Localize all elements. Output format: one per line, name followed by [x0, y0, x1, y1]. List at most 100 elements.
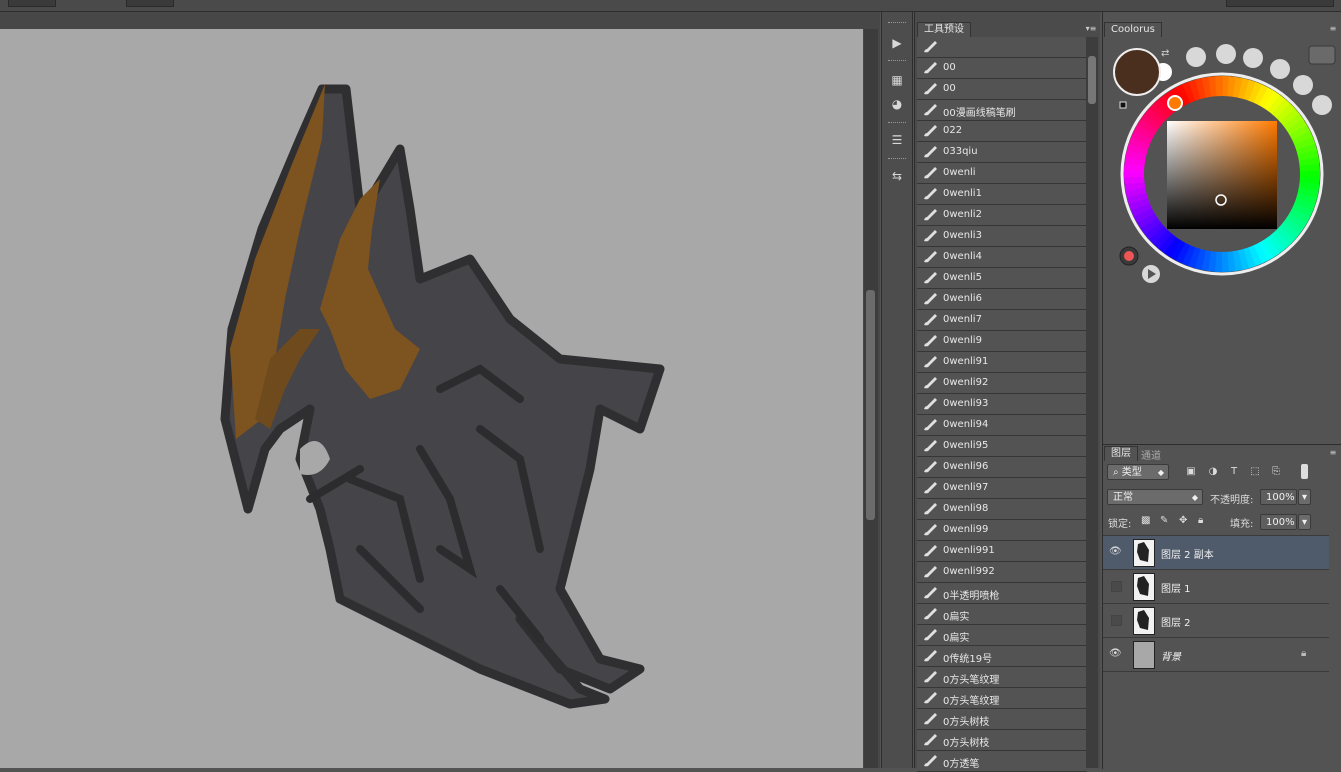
strip-grip[interactable]: [888, 22, 906, 25]
eye-icon[interactable]: 👁︎: [1109, 547, 1122, 557]
lock-all-icon[interactable]: 🔒︎: [1198, 515, 1203, 526]
palette-icon[interactable]: ◕: [888, 96, 906, 112]
preset-item[interactable]: 0方头笔纹理: [917, 688, 1087, 709]
brush-icon: [922, 733, 938, 747]
tab-layers[interactable]: 图层: [1104, 446, 1138, 461]
brush-icon: [922, 208, 938, 222]
preset-item[interactable]: 0wenli94: [917, 415, 1087, 436]
preset-label: 0扁实: [943, 612, 970, 623]
layers-panel: 图层 通道 ≡ ⌕ 类型 ◆ ▣ ◑ T ⬚ ⎘ 正常 ◆ 不透明度: 100% ▾…: [1102, 444, 1341, 769]
lock-transparency-icon[interactable]: ▩: [1141, 515, 1150, 526]
preset-item[interactable]: 0方头树枝: [917, 730, 1087, 751]
preset-item[interactable]: 033qiu: [917, 142, 1087, 163]
preset-item[interactable]: 0wenli93: [917, 394, 1087, 415]
panel-menu-icon[interactable]: ≡: [1327, 448, 1339, 458]
opacity-field[interactable]: [126, 0, 174, 7]
preset-item[interactable]: 0方透笔: [917, 751, 1087, 772]
preset-item[interactable]: 0方头树枝: [917, 709, 1087, 730]
preset-item[interactable]: 0wenli991: [917, 541, 1087, 562]
color-wheel-widget[interactable]: ⇄: [1103, 12, 1341, 444]
preset-item[interactable]: 0wenli2: [917, 205, 1087, 226]
preset-item[interactable]: 0扁实: [917, 625, 1087, 646]
brush-size-field[interactable]: [8, 0, 56, 7]
brush-icon: [922, 670, 938, 684]
preset-item[interactable]: [917, 37, 1087, 58]
fill-label: 填充:: [1230, 519, 1254, 530]
image-filter-icon[interactable]: ▣: [1185, 466, 1197, 478]
preset-item[interactable]: 0wenli5: [917, 268, 1087, 289]
sliders-icon[interactable]: ☰: [888, 132, 906, 148]
shape-filter-icon[interactable]: ⬚: [1249, 466, 1261, 478]
preset-item[interactable]: 0wenli91: [917, 352, 1087, 373]
preset-item[interactable]: 0wenli4: [917, 247, 1087, 268]
layer-thumbnail: [1133, 607, 1155, 635]
panel-menu-icon[interactable]: ▾≡: [1085, 24, 1097, 34]
preset-item[interactable]: 0wenli7: [917, 310, 1087, 331]
preset-label: 0wenli93: [943, 398, 989, 409]
blend-mode-dropdown[interactable]: 正常 ◆: [1107, 489, 1203, 505]
brush-icon: [922, 103, 938, 117]
tool-presets-panel: 工具预设 ▾≡ 00 00 00漫画线稿笔刷 022 033qiu 0wenli 0wenl…: [914, 12, 1100, 772]
strip-grip[interactable]: [888, 158, 906, 161]
layer-row[interactable]: 👁︎ 图层 2 副本: [1103, 536, 1329, 570]
preset-label: 0wenli6: [943, 293, 982, 304]
layer-name: 图层 2 副本: [1161, 550, 1214, 561]
preset-item[interactable]: 0wenli99: [917, 520, 1087, 541]
smart-object-filter-icon[interactable]: ⎘: [1270, 466, 1282, 478]
fill-dropdown-button[interactable]: ▾: [1298, 514, 1311, 530]
tab-channels[interactable]: 通道: [1141, 447, 1161, 462]
preset-item[interactable]: 0半透明喷枪: [917, 583, 1087, 604]
strip-grip[interactable]: [888, 122, 906, 125]
layer-row[interactable]: 👁︎ 背景 🔒︎: [1103, 638, 1329, 672]
preset-item[interactable]: 0wenli: [917, 163, 1087, 184]
opacity-dropdown-button[interactable]: ▾: [1298, 489, 1311, 505]
presets-scroll-thumb[interactable]: [1088, 56, 1096, 104]
brush-icon: [922, 418, 938, 432]
preset-item[interactable]: 0wenli1: [917, 184, 1087, 205]
opacity-input[interactable]: 100%: [1260, 489, 1297, 505]
workspace-dropdown[interactable]: [1226, 0, 1334, 7]
canvas[interactable]: [0, 29, 863, 768]
preset-label: 0wenli992: [943, 566, 995, 577]
play-icon[interactable]: ▶: [888, 35, 906, 51]
preset-item[interactable]: 0wenli6: [917, 289, 1087, 310]
brush-swap-icon[interactable]: ⇆: [888, 168, 906, 184]
layer-thumbnail: [1133, 539, 1155, 567]
preset-item[interactable]: 0wenli9: [917, 331, 1087, 352]
preset-label: 0wenli97: [943, 482, 989, 493]
preset-item[interactable]: 0传统19号: [917, 646, 1087, 667]
tab-tool-presets[interactable]: 工具预设: [917, 22, 971, 37]
layer-row[interactable]: 图层 1: [1103, 570, 1329, 604]
preset-item[interactable]: 022: [917, 121, 1087, 142]
layer-filter-dropdown[interactable]: ⌕ 类型 ◆: [1107, 464, 1169, 480]
brush-icon: [922, 82, 938, 96]
visibility-toggle[interactable]: [1111, 581, 1122, 592]
preset-item[interactable]: 0wenli92: [917, 373, 1087, 394]
preset-item[interactable]: 0wenli97: [917, 478, 1087, 499]
strip-grip[interactable]: [888, 60, 906, 63]
brush-icon: [922, 271, 938, 285]
preset-item[interactable]: 0wenli98: [917, 499, 1087, 520]
preset-label: 0wenli1: [943, 188, 982, 199]
eye-icon[interactable]: 👁︎: [1109, 649, 1122, 659]
preset-item[interactable]: 0wenli992: [917, 562, 1087, 583]
adjustment-filter-icon[interactable]: ◑: [1207, 466, 1219, 478]
preset-item[interactable]: 0wenli96: [917, 457, 1087, 478]
preset-item[interactable]: 0方头笔纹理: [917, 667, 1087, 688]
canvas-scroll-thumb[interactable]: [866, 290, 875, 520]
presets-scrollbar[interactable]: [1086, 37, 1098, 768]
preset-item[interactable]: 0扁实: [917, 604, 1087, 625]
lock-image-icon[interactable]: ✎: [1160, 515, 1168, 526]
visibility-toggle[interactable]: [1111, 615, 1122, 626]
preset-item[interactable]: 0wenli3: [917, 226, 1087, 247]
grid-icon[interactable]: ▦: [888, 72, 906, 88]
lock-position-icon[interactable]: ✥: [1179, 515, 1187, 526]
type-filter-icon[interactable]: T: [1228, 466, 1240, 478]
preset-item[interactable]: 00: [917, 58, 1087, 79]
fill-input[interactable]: 100%: [1260, 514, 1297, 530]
layer-row[interactable]: 图层 2: [1103, 604, 1329, 638]
preset-item[interactable]: 00漫画线稿笔刷: [917, 100, 1087, 121]
preset-item[interactable]: 00: [917, 79, 1087, 100]
filter-toggle[interactable]: [1301, 464, 1308, 479]
preset-item[interactable]: 0wenli95: [917, 436, 1087, 457]
